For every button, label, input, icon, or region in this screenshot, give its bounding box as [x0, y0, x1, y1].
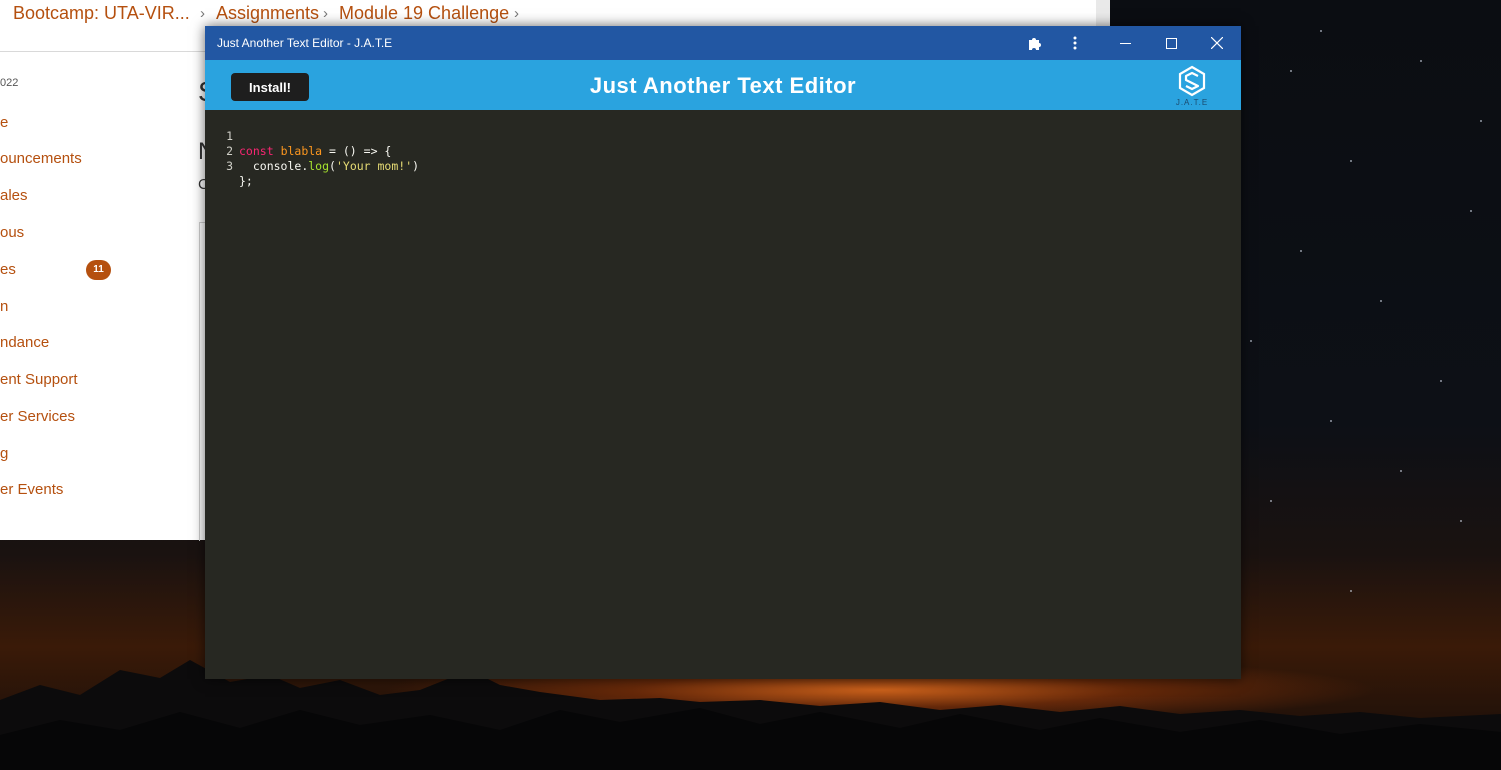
- course-term-date: 022: [0, 77, 19, 89]
- maximize-icon[interactable]: [1149, 26, 1193, 60]
- star: [1290, 70, 1292, 72]
- star: [1270, 500, 1272, 502]
- window-title: Just Another Text Editor - J.A.T.E: [217, 36, 393, 50]
- code-text: };: [239, 174, 253, 188]
- breadcrumb-current-page: Module 19 Challenge: [339, 3, 510, 23]
- course-nav-item[interactable]: g: [0, 445, 8, 462]
- code-line: 1 const blabla = () => {: [205, 114, 1241, 158]
- code-function: log: [308, 159, 330, 173]
- more-vertical-icon[interactable]: [1063, 26, 1087, 60]
- close-icon[interactable]: [1195, 26, 1239, 60]
- app-header: Install! Just Another Text Editor J.A.T.…: [205, 60, 1241, 110]
- breadcrumb-assignments-link[interactable]: Assignments: [216, 3, 319, 24]
- desktop-background: Bootcamp: UTA-VIR... › Assignments › Mod…: [0, 0, 1501, 770]
- tent-glow: [850, 760, 930, 770]
- course-nav-career-services[interactable]: er Services: [0, 408, 75, 425]
- logo-text: J.A.T.E: [1175, 98, 1209, 107]
- star: [1420, 60, 1422, 62]
- code-content: console.log('Your mom!'): [239, 159, 419, 174]
- star: [1460, 520, 1462, 522]
- code-paren: (: [329, 159, 336, 173]
- code-string: 'Your mom!': [335, 159, 413, 173]
- star: [1350, 590, 1352, 592]
- code-paren: ): [412, 159, 420, 173]
- course-nav-grades[interactable]: es: [0, 261, 16, 278]
- star: [1480, 120, 1482, 122]
- course-nav-announcements[interactable]: ouncements: [0, 150, 82, 167]
- breadcrumb-separator-icon: ›: [200, 5, 205, 22]
- course-nav-attendance[interactable]: ndance: [0, 334, 49, 351]
- star: [1440, 380, 1442, 382]
- star: [1320, 30, 1322, 32]
- course-nav-career-events[interactable]: er Events: [0, 481, 63, 498]
- line-number: 3: [226, 159, 233, 173]
- breadcrumb-course-link[interactable]: Bootcamp: UTA-VIR...: [13, 3, 190, 24]
- course-nav-syllabus[interactable]: ous: [0, 224, 24, 241]
- code-line: 2 console.log('Your mom!'): [205, 129, 1241, 173]
- minimize-icon[interactable]: [1103, 26, 1147, 60]
- code-object: console.: [252, 159, 309, 173]
- course-nav-item[interactable]: n: [0, 298, 8, 315]
- jate-app-window: Just Another Text Editor - J.A.T.E Insta…: [205, 26, 1241, 679]
- extensions-icon[interactable]: [1023, 26, 1047, 60]
- star: [1350, 160, 1352, 162]
- jate-logo: J.A.T.E: [1169, 64, 1215, 110]
- star: [1250, 340, 1252, 342]
- logo-hexagon-icon: [1178, 65, 1206, 97]
- star: [1300, 250, 1302, 252]
- breadcrumb-separator-icon: ›: [514, 5, 519, 22]
- star: [1380, 300, 1382, 302]
- app-heading: Just Another Text Editor: [589, 73, 857, 98]
- code-editor[interactable]: 1 const blabla = () => { 2 console.log('…: [205, 110, 1241, 679]
- star: [1330, 420, 1332, 422]
- breadcrumb-separator-icon: ›: [323, 5, 328, 22]
- code-line: 3 };: [205, 144, 1241, 188]
- course-nav-modules[interactable]: ales: [0, 187, 28, 204]
- course-nav-item[interactable]: e: [0, 114, 8, 131]
- divider: [0, 51, 210, 52]
- window-titlebar[interactable]: Just Another Text Editor - J.A.T.E: [205, 26, 1241, 60]
- star: [1470, 210, 1472, 212]
- unread-count-badge: 11: [86, 260, 111, 280]
- star: [1400, 470, 1402, 472]
- course-nav-student-support[interactable]: ent Support: [0, 371, 78, 388]
